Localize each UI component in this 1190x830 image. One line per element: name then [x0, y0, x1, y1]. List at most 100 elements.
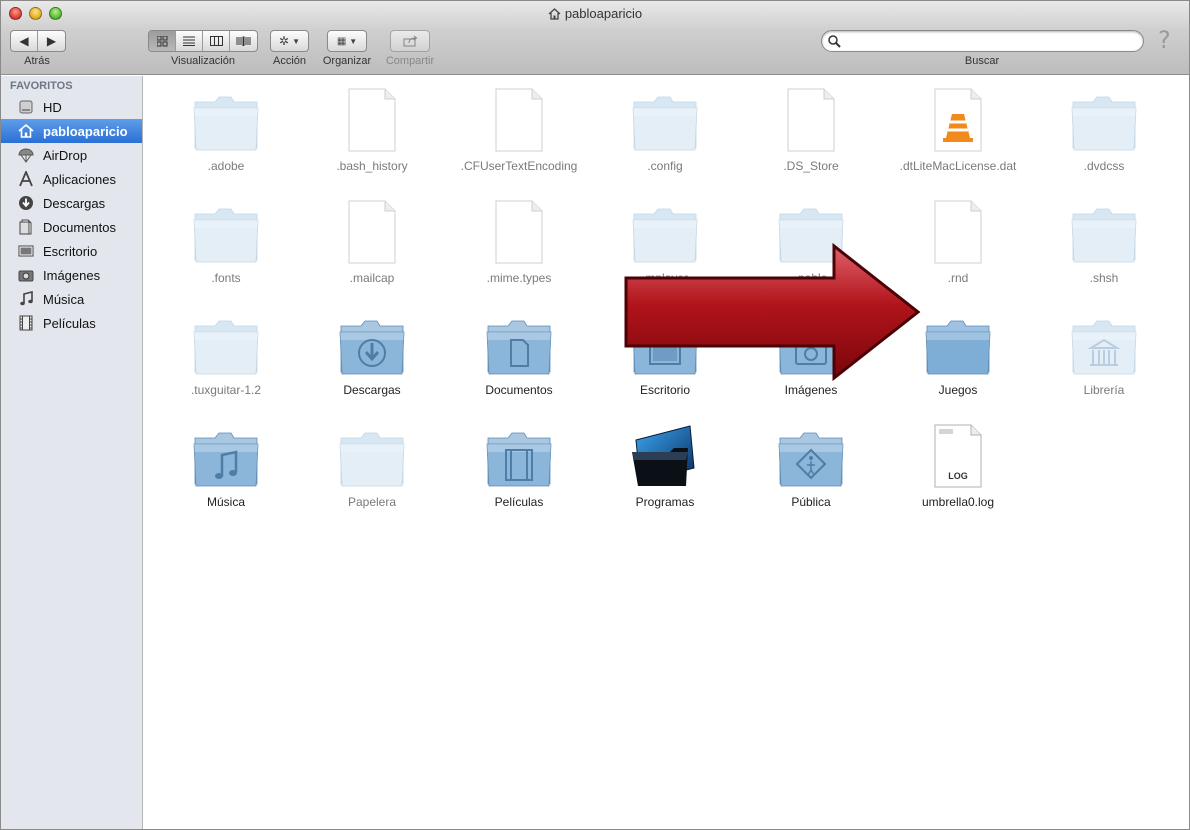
film-folder-icon	[484, 424, 554, 490]
search-label: Buscar	[964, 55, 1000, 67]
file-name: .config	[647, 159, 683, 173]
file-item[interactable]: .mplayer	[595, 200, 735, 286]
file-item[interactable]: .tuxguitar-1.2	[156, 312, 296, 398]
film-icon	[17, 314, 35, 332]
document-icon	[337, 88, 407, 154]
sidebar-item-label: Aplicaciones	[43, 171, 116, 187]
file-item[interactable]: Pública	[741, 424, 881, 510]
svg-text:LOG: LOG	[948, 471, 968, 481]
file-item[interactable]: .fonts	[156, 200, 296, 286]
sidebar-item-5[interactable]: Documentos	[1, 215, 142, 239]
forward-button[interactable]: ▶	[38, 31, 65, 51]
finder-window: pabloaparicio ◀ ▶ Atrás Visualización ✲ ▼…	[0, 0, 1190, 830]
icon-view-button[interactable]	[149, 31, 176, 51]
file-name: Imágenes	[784, 383, 838, 397]
file-item[interactable]: .pablo	[741, 200, 881, 286]
sidebar-item-4[interactable]: Descargas	[1, 191, 142, 215]
folder-icon	[1069, 88, 1139, 154]
file-name: Papelera	[347, 495, 397, 509]
column-view-button[interactable]	[203, 31, 230, 51]
log-file-icon: LOG	[923, 424, 993, 490]
download-icon	[17, 194, 35, 212]
file-item[interactable]: .adobe	[156, 88, 296, 174]
sidebar-item-8[interactable]: Música	[1, 287, 142, 311]
window-title: pabloaparicio	[1, 6, 1189, 23]
action-label: Acción	[272, 55, 307, 67]
file-item[interactable]: Imágenes	[741, 312, 881, 398]
programs-folder-icon	[630, 424, 700, 490]
file-item[interactable]: .bash_history	[302, 88, 442, 174]
share-button[interactable]	[390, 30, 430, 52]
sidebar-item-3[interactable]: Aplicaciones	[1, 167, 142, 191]
file-item[interactable]: LOG umbrella0.log	[888, 424, 1028, 510]
file-item[interactable]: Programas	[595, 424, 735, 510]
home-icon	[17, 122, 35, 140]
folder-icon	[191, 88, 261, 154]
sidebar-item-6[interactable]: Escritorio	[1, 239, 142, 263]
file-name: .dvdcss	[1083, 159, 1125, 173]
search-field[interactable]	[821, 30, 1144, 52]
sidebar-item-label: Música	[43, 291, 85, 307]
file-item[interactable]: Escritorio	[595, 312, 735, 398]
file-browser: .adobe .bash_history .CFUserTextEncoding .c…	[144, 76, 1189, 829]
file-item[interactable]: Juegos	[888, 312, 1028, 398]
file-name: .dtLiteMacLicense.dat	[899, 159, 1017, 173]
camera-icon	[17, 266, 35, 284]
sidebar-item-9[interactable]: Películas	[1, 311, 142, 335]
file-item[interactable]: Música	[156, 424, 296, 510]
coverflow-icon	[236, 36, 251, 46]
list-view-button[interactable]	[176, 31, 203, 51]
file-item[interactable]: .dvdcss	[1034, 88, 1174, 174]
file-name: .DS_Store	[783, 159, 839, 173]
sidebar-item-7[interactable]: Imágenes	[1, 263, 142, 287]
file-item[interactable]: .mime.types	[449, 200, 589, 286]
sidebar-item-0[interactable]: HD	[1, 95, 142, 119]
file-item[interactable]: Películas	[449, 424, 589, 510]
file-name: Escritorio	[639, 383, 690, 397]
sidebar-heading: FAVORITOS	[10, 80, 73, 92]
file-name: Juegos	[938, 383, 978, 397]
sidebar-item-1[interactable]: pabloaparicio	[1, 119, 142, 143]
file-item[interactable]: .rnd	[888, 200, 1028, 286]
arrange-button[interactable]: ▦ ▼	[327, 30, 367, 52]
file-item[interactable]: .dtLiteMacLicense.dat	[888, 88, 1028, 174]
file-name: .bash_history	[336, 159, 408, 173]
file-name: Programas	[635, 495, 695, 509]
download-folder-icon	[337, 312, 407, 378]
view-label: Visualización	[170, 55, 235, 67]
file-name: Pública	[791, 495, 831, 509]
sidebar-item-label: Películas	[43, 315, 96, 331]
sidebar-item-label: Descargas	[43, 195, 106, 211]
help-icon[interactable]: ?	[1158, 26, 1171, 54]
search-icon	[828, 35, 841, 48]
file-name: umbrella0.log	[921, 495, 995, 509]
share-icon	[403, 35, 417, 47]
public-folder-icon	[776, 424, 846, 490]
file-item[interactable]: Documentos	[449, 312, 589, 398]
folder-icon	[191, 312, 261, 378]
file-item[interactable]: .shsh	[1034, 200, 1174, 286]
action-button[interactable]: ✲ ▼	[270, 30, 309, 52]
file-item[interactable]: .mailcap	[302, 200, 442, 286]
home-icon	[548, 8, 561, 23]
desktop-icon	[17, 242, 35, 260]
file-name: .shsh	[1089, 271, 1119, 285]
folder-icon	[630, 88, 700, 154]
document-icon	[776, 88, 846, 154]
hard-drive-icon	[17, 98, 35, 116]
file-item[interactable]: Descargas	[302, 312, 442, 398]
file-item[interactable]: Papelera	[302, 424, 442, 510]
sidebar-item-2[interactable]: AirDrop	[1, 143, 142, 167]
chevron-down-icon: ▼	[292, 36, 300, 46]
back-button[interactable]: ◀	[11, 31, 38, 51]
search-input[interactable]	[844, 33, 1134, 49]
coverflow-view-button[interactable]	[230, 31, 257, 51]
sidebar-item-label: Documentos	[43, 219, 116, 235]
document-icon	[337, 200, 407, 266]
file-item[interactable]: Librería	[1034, 312, 1174, 398]
file-item[interactable]: .CFUserTextEncoding	[449, 88, 589, 174]
file-item[interactable]: .config	[595, 88, 735, 174]
file-name: .mailcap	[349, 271, 395, 285]
chevron-left-icon: ◀	[19, 34, 29, 48]
file-item[interactable]: .DS_Store	[741, 88, 881, 174]
